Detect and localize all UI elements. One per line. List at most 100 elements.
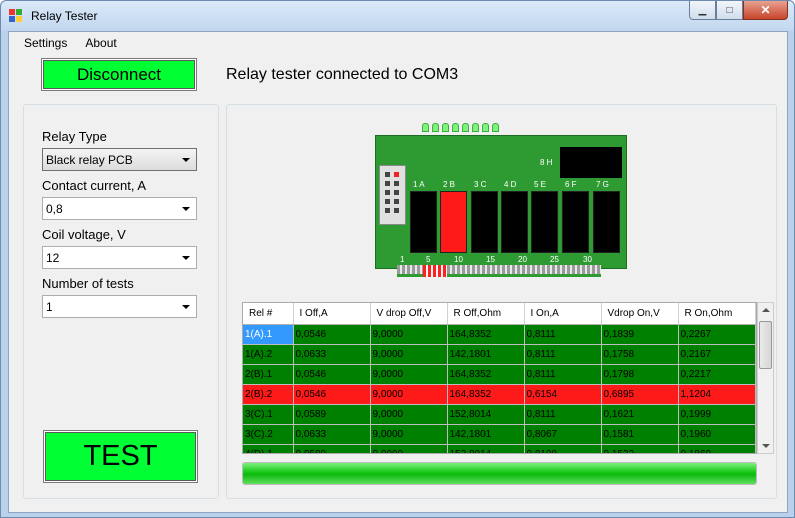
table-cell[interactable]: 0,2217 bbox=[678, 364, 756, 385]
title-bar[interactable]: Relay Tester ▁ □ ✕ bbox=[1, 1, 794, 31]
table-row[interactable]: 1(A).1 0,0546 9,0000 164,8352 0,8111 0,1839 0,… bbox=[243, 324, 756, 345]
results-panel: 8 H 1 A2 B3 C4 D5 E6 F7 G 1 5 10 15 20 25 30 R… bbox=[226, 104, 777, 499]
contact-current-select[interactable]: 0,8 bbox=[42, 197, 197, 220]
table-cell[interactable]: 164,8352 bbox=[447, 324, 525, 345]
table-cell[interactable]: 9,0000 bbox=[370, 404, 448, 425]
number-of-tests-label: Number of tests bbox=[42, 276, 134, 291]
table-cell[interactable]: 0,2267 bbox=[678, 324, 756, 345]
row-header-cell[interactable]: 3(C).2 bbox=[243, 424, 294, 445]
coil-voltage-select[interactable]: 12 bbox=[42, 246, 197, 269]
scroll-up-icon[interactable] bbox=[762, 308, 770, 312]
table-cell[interactable]: 0,0546 bbox=[293, 364, 371, 385]
relay-7 bbox=[593, 191, 620, 253]
table-cell[interactable]: 0,1798 bbox=[601, 364, 679, 385]
table-cell[interactable]: 0,0633 bbox=[293, 424, 371, 445]
table-cell[interactable]: 0,8111 bbox=[524, 324, 602, 345]
table-cell[interactable]: 142,1801 bbox=[447, 344, 525, 365]
table-cell[interactable]: 0,8067 bbox=[524, 424, 602, 445]
relay-type-value: Black relay PCB bbox=[46, 153, 133, 167]
table-cell[interactable]: 152,8014 bbox=[447, 444, 525, 453]
relay-3 bbox=[471, 191, 498, 253]
relay-label: 2 B bbox=[443, 180, 456, 189]
table-cell[interactable]: 0,0546 bbox=[293, 324, 371, 345]
minimize-button[interactable]: ▁ bbox=[689, 1, 716, 20]
table-cell[interactable]: 0,1999 bbox=[678, 404, 756, 425]
column-header[interactable]: R Off,Ohm bbox=[447, 303, 525, 325]
row-header-cell[interactable]: 1(A).1 bbox=[243, 324, 294, 345]
relay-label: 4 D bbox=[504, 180, 517, 189]
table-cell[interactable]: 0,1960 bbox=[678, 424, 756, 445]
menu-settings[interactable]: Settings bbox=[9, 32, 76, 54]
column-header[interactable]: I Off,A bbox=[293, 303, 371, 325]
table-cell[interactable]: 0,8111 bbox=[524, 404, 602, 425]
scroll-down-icon[interactable] bbox=[762, 444, 770, 448]
table-row[interactable]: 4(D).1 0,0589 9,0000 152,8014 0,8198 0,1532 0,… bbox=[243, 444, 756, 453]
results-table[interactable]: Rel # I Off,A V drop Off,V R Off,Ohm I On,A V… bbox=[242, 302, 757, 454]
led-icon bbox=[482, 123, 489, 132]
table-cell[interactable]: 9,0000 bbox=[370, 344, 448, 365]
pin-number-label: 10 bbox=[454, 255, 463, 264]
chevron-down-icon bbox=[182, 305, 190, 309]
table-cell[interactable]: 9,0000 bbox=[370, 444, 448, 453]
relay-8-label: 8 H bbox=[540, 158, 553, 167]
table-cell[interactable]: 0,8198 bbox=[524, 444, 602, 453]
table-cell[interactable]: 0,0546 bbox=[293, 384, 371, 405]
relay-label: 7 G bbox=[596, 180, 609, 189]
relay-type-label: Relay Type bbox=[42, 129, 107, 144]
table-cell[interactable]: 0,0589 bbox=[293, 404, 371, 425]
app-window: Relay Tester ▁ □ ✕ Settings About Discon… bbox=[0, 0, 795, 518]
led-icon bbox=[462, 123, 469, 132]
row-header-cell[interactable]: 1(A).2 bbox=[243, 344, 294, 365]
table-scrollbar[interactable] bbox=[757, 302, 774, 454]
table-cell[interactable]: 0,1869 bbox=[678, 444, 756, 453]
table-cell[interactable]: 0,0589 bbox=[293, 444, 371, 453]
table-cell[interactable]: 152,8014 bbox=[447, 404, 525, 425]
table-cell[interactable]: 1,1204 bbox=[678, 384, 756, 405]
number-of-tests-value: 1 bbox=[46, 300, 53, 314]
column-header[interactable]: I On,A bbox=[524, 303, 602, 325]
table-cell[interactable]: 0,8111 bbox=[524, 344, 602, 365]
disconnect-button[interactable]: Disconnect bbox=[41, 58, 197, 91]
table-row[interactable]: 3(C).2 0,0633 9,0000 142,1801 0,8067 0,1581 0,… bbox=[243, 424, 756, 445]
row-header-cell[interactable]: 4(D).1 bbox=[243, 444, 294, 453]
table-cell[interactable]: 0,1621 bbox=[601, 404, 679, 425]
led-row bbox=[422, 123, 499, 132]
table-row[interactable]: 3(C).1 0,0589 9,0000 152,8014 0,8111 0,1621 0,… bbox=[243, 404, 756, 425]
relay-type-select[interactable]: Black relay PCB bbox=[42, 148, 197, 171]
table-row[interactable]: 2(B).2 0,0546 9,0000 164,8352 0,6154 0,6895 1,… bbox=[243, 384, 756, 405]
test-button[interactable]: TEST bbox=[43, 430, 198, 483]
table-cell[interactable]: 0,1758 bbox=[601, 344, 679, 365]
table-cell[interactable]: 0,6895 bbox=[601, 384, 679, 405]
column-header[interactable]: Rel # bbox=[243, 303, 294, 325]
number-of-tests-select[interactable]: 1 bbox=[42, 295, 197, 318]
table-cell[interactable]: 9,0000 bbox=[370, 384, 448, 405]
scroll-thumb[interactable] bbox=[759, 321, 772, 369]
table-cell[interactable]: 164,8352 bbox=[447, 384, 525, 405]
table-cell[interactable]: 9,0000 bbox=[370, 424, 448, 445]
column-header[interactable]: V drop Off,V bbox=[370, 303, 448, 325]
table-row[interactable]: 2(B).1 0,0546 9,0000 164,8352 0,8111 0,1798 0,… bbox=[243, 364, 756, 385]
row-header-cell[interactable]: 2(B).1 bbox=[243, 364, 294, 385]
table-cell[interactable]: 142,1801 bbox=[447, 424, 525, 445]
close-button[interactable]: ✕ bbox=[743, 1, 788, 20]
led-icon bbox=[492, 123, 499, 132]
idc-connector bbox=[379, 165, 406, 225]
table-cell[interactable]: 9,0000 bbox=[370, 364, 448, 385]
column-header[interactable]: Vdrop On,V bbox=[601, 303, 679, 325]
table-cell[interactable]: 0,1839 bbox=[601, 324, 679, 345]
menu-about[interactable]: About bbox=[76, 32, 125, 54]
table-row[interactable]: 1(A).2 0,0633 9,0000 142,1801 0,8111 0,1758 0,… bbox=[243, 344, 756, 365]
column-header[interactable]: R On,Ohm bbox=[678, 303, 756, 325]
table-cell[interactable]: 0,2167 bbox=[678, 344, 756, 365]
maximize-button[interactable]: □ bbox=[716, 1, 743, 20]
row-header-cell[interactable]: 3(C).1 bbox=[243, 404, 294, 425]
table-cell[interactable]: 0,1532 bbox=[601, 444, 679, 453]
table-cell[interactable]: 9,0000 bbox=[370, 324, 448, 345]
table-cell[interactable]: 0,8111 bbox=[524, 364, 602, 385]
row-header-cell[interactable]: 2(B).2 bbox=[243, 384, 294, 405]
table-cell[interactable]: 164,8352 bbox=[447, 364, 525, 385]
table-cell[interactable]: 0,6154 bbox=[524, 384, 602, 405]
pin-number-label: 15 bbox=[486, 255, 495, 264]
table-cell[interactable]: 0,0633 bbox=[293, 344, 371, 365]
table-cell[interactable]: 0,1581 bbox=[601, 424, 679, 445]
